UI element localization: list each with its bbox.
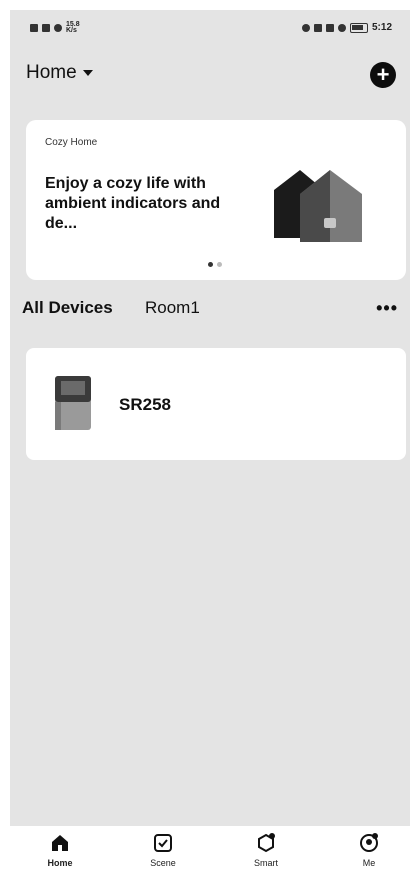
- device-tabs: All Devices Room1 •••: [22, 298, 398, 324]
- signal-icon: [42, 24, 50, 32]
- scene-check-icon: [154, 834, 172, 852]
- device-name: SR258: [119, 395, 171, 414]
- tab-all-devices[interactable]: All Devices: [22, 298, 113, 318]
- nav-home-label: Home: [47, 858, 73, 868]
- network-speed: 15.8 K/s: [66, 21, 80, 34]
- caret-down-icon: [82, 70, 93, 76]
- home-icon: [52, 835, 68, 851]
- status-time: 5:12: [371, 22, 392, 33]
- header: Home +: [26, 62, 396, 92]
- banner-eyebrow: Cozy Home: [45, 137, 98, 148]
- more-options-button[interactable]: •••: [376, 298, 398, 319]
- alarm-icon: [301, 23, 310, 32]
- nfc-icon: [313, 23, 322, 32]
- bottom-navigation: Home Scene Smart Me: [0, 826, 419, 882]
- promo-banner[interactable]: Cozy Home Enjoy a cozy life with ambient…: [26, 120, 406, 280]
- nav-home[interactable]: Home: [30, 832, 90, 868]
- vibrate-icon: [325, 23, 334, 32]
- nav-me[interactable]: Me: [339, 832, 399, 868]
- nav-scene[interactable]: Scene: [133, 832, 193, 868]
- bluetooth-icon: [337, 23, 346, 32]
- battery-icon: [349, 22, 368, 33]
- home-title: Home: [26, 62, 77, 83]
- wifi-icon: [54, 24, 62, 32]
- pager-dot[interactable]: [217, 262, 222, 267]
- add-device-button[interactable]: +: [370, 62, 396, 88]
- banner-headline: Enjoy a cozy life with ambient indicator…: [45, 175, 221, 232]
- houses-illustration-icon: [274, 170, 362, 242]
- nav-me-label: Me: [362, 858, 376, 868]
- controller-device-icon: [55, 376, 91, 430]
- home-selector[interactable]: Home: [26, 62, 93, 84]
- profile-icon: [360, 833, 378, 852]
- smart-icon: [258, 833, 275, 853]
- status-left-group: 15.8 K/s: [30, 21, 80, 34]
- sim-icon: [30, 24, 38, 32]
- banner-pager: [208, 262, 222, 267]
- device-card[interactable]: SR258: [26, 348, 406, 460]
- status-right-group: 5:12: [301, 22, 392, 33]
- status-bar: 15.8 K/s 5:12: [10, 10, 410, 48]
- tab-room1[interactable]: Room1: [145, 298, 200, 318]
- nav-smart-label: Smart: [253, 858, 278, 868]
- nav-smart[interactable]: Smart: [236, 832, 296, 868]
- app-screen: 15.8 K/s 5:12 Home + Cozy Home Enjoy a c…: [10, 10, 410, 836]
- pager-dot-active[interactable]: [208, 262, 213, 267]
- nav-scene-label: Scene: [150, 858, 176, 868]
